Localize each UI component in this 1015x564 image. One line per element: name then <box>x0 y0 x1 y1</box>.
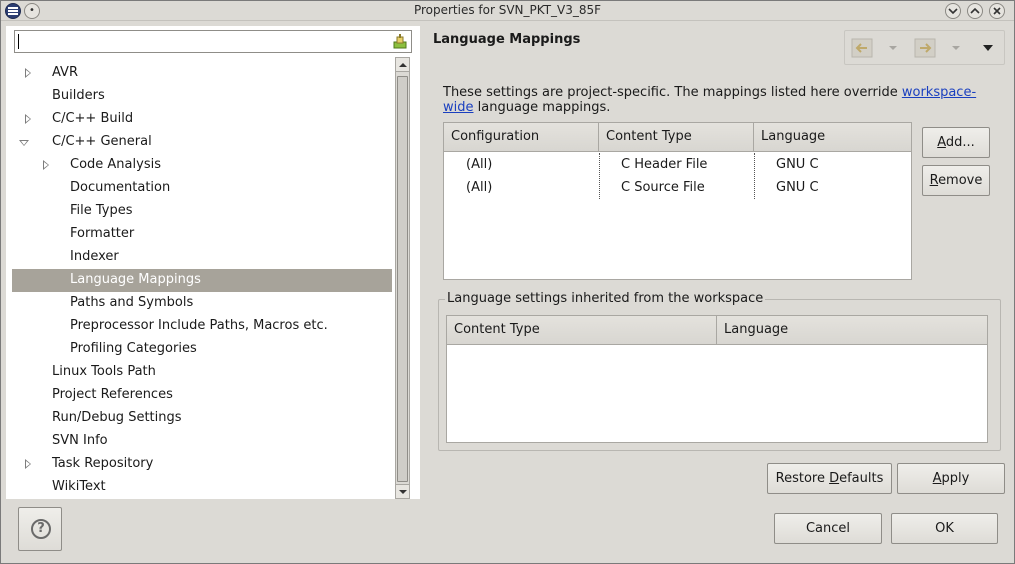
mapping-row-2-configuration[interactable]: (All) <box>466 180 492 195</box>
history-navigation <box>844 30 1005 65</box>
add-button[interactable]: Add... <box>922 127 990 158</box>
tree-item-formatter[interactable]: Formatter <box>12 223 392 246</box>
apply-button[interactable]: Apply <box>897 463 1005 494</box>
help-icon: ? <box>31 519 51 539</box>
workspace-link[interactable]: workspace- <box>902 85 976 100</box>
tree-scrollbar[interactable] <box>395 57 410 499</box>
mapping-row-1-configuration[interactable]: (All) <box>466 157 492 172</box>
tree-item-label: Builders <box>52 88 105 103</box>
scrollbar-thumb[interactable] <box>397 76 408 482</box>
tree-item-documentation[interactable]: Documentation <box>12 177 392 200</box>
tree-item-c-c-build[interactable]: C/C++ Build <box>12 108 392 131</box>
property-page-tree: AVR Builders C/C++ Build C/C++ General Code … <box>12 62 398 499</box>
description-suffix: language mappings. <box>473 100 611 115</box>
tree-item-label: C/C++ Build <box>52 111 134 126</box>
column-separator <box>599 153 600 199</box>
remove-button[interactable]: Remove <box>922 165 990 196</box>
properties-dialog: • Properties for SVN_PKT_V3_85F AVR Build… <box>0 0 1015 564</box>
inherited-mappings-table[interactable]: Content Type Language <box>446 315 988 443</box>
page-title: Language Mappings <box>433 32 581 47</box>
chevron-up-icon <box>970 7 980 14</box>
view-menu-icon[interactable] <box>983 45 993 51</box>
filter-input[interactable] <box>17 33 387 50</box>
expand-arrow-right-icon[interactable] <box>43 160 49 170</box>
tree-item-label: SVN Info <box>52 433 108 448</box>
tree-item-label: Linux Tools Path <box>52 364 156 379</box>
close-button[interactable] <box>989 3 1005 19</box>
tree-item-project-references[interactable]: Project References <box>12 384 392 407</box>
tree-item-label: Documentation <box>70 180 171 195</box>
page-description: These settings are project-specific. The… <box>443 85 983 115</box>
description-prefix: These settings are project-specific. The… <box>443 85 902 100</box>
column-header-configuration[interactable]: Configuration <box>444 123 599 152</box>
tree-item-linux-tools-path[interactable]: Linux Tools Path <box>12 361 392 384</box>
navigation-panel: AVR Builders C/C++ Build C/C++ General Code … <box>6 26 420 499</box>
tree-item-label: Paths and Symbols <box>70 295 194 310</box>
tree-item-label: Language Mappings <box>70 272 201 287</box>
clear-filter-icon[interactable] <box>393 34 407 49</box>
close-icon <box>993 7 1001 15</box>
help-button[interactable]: ? <box>18 507 62 551</box>
tree-item-language-mappings[interactable]: Language Mappings <box>12 269 392 292</box>
forward-history-dropdown-icon[interactable] <box>952 46 960 50</box>
scroll-up-arrow[interactable] <box>396 58 409 72</box>
column-header-content-type[interactable]: Content Type <box>599 123 754 152</box>
tree-item-wikitext[interactable]: WikiText <box>12 476 392 499</box>
window-title: Properties for SVN_PKT_V3_85F <box>413 3 602 17</box>
tree-item-label: Project References <box>52 387 173 402</box>
expand-arrow-right-icon[interactable] <box>25 68 31 78</box>
back-history-dropdown-icon[interactable] <box>889 46 897 50</box>
chevron-down-icon <box>948 8 958 15</box>
tree-item-indexer[interactable]: Indexer <box>12 246 392 269</box>
minimize-button[interactable] <box>945 3 961 19</box>
restore-defaults-button[interactable]: Restore Defaults <box>767 463 892 494</box>
tree-item-label: C/C++ General <box>52 134 152 149</box>
tree-item-label: WikiText <box>52 479 106 494</box>
tree-item-file-types[interactable]: File Types <box>12 200 392 223</box>
inherited-group-title: Language settings inherited from the wor… <box>445 291 766 306</box>
language-mappings-table[interactable]: Configuration Content Type Language (All… <box>443 122 912 280</box>
mapping-row-2-language[interactable]: GNU C <box>776 180 819 195</box>
tree-item-label: AVR <box>52 65 78 80</box>
expand-arrow-right-icon[interactable] <box>25 459 31 469</box>
tree-item-profiling-categories[interactable]: Profiling Categories <box>12 338 392 361</box>
column-header-content-type[interactable]: Content Type <box>447 316 717 345</box>
ok-button[interactable]: OK <box>891 513 998 544</box>
tree-item-avr[interactable]: AVR <box>12 62 392 85</box>
tree-item-code-analysis[interactable]: Code Analysis <box>12 154 392 177</box>
tree-item-run-debug-settings[interactable]: Run/Debug Settings <box>12 407 392 430</box>
tree-item-paths-and-symbols[interactable]: Paths and Symbols <box>12 292 392 315</box>
column-header-language[interactable]: Language <box>754 123 911 152</box>
column-separator <box>754 153 755 199</box>
tree-item-c-c-general[interactable]: C/C++ General <box>12 131 392 154</box>
column-header-language[interactable]: Language <box>717 316 987 345</box>
maximize-button[interactable] <box>967 3 983 19</box>
title-bar: • Properties for SVN_PKT_V3_85F <box>1 1 1014 21</box>
mapping-row-2-content-type[interactable]: C Source File <box>621 180 705 195</box>
tree-item-svn-info[interactable]: SVN Info <box>12 430 392 453</box>
tree-item-label: Preprocessor Include Paths, Macros etc. <box>70 318 328 333</box>
tree-item-label: Task Repository <box>52 456 154 471</box>
tree-item-label: Profiling Categories <box>70 341 197 356</box>
tree-item-builders[interactable]: Builders <box>12 85 392 108</box>
tree-item-task-repository[interactable]: Task Repository <box>12 453 392 476</box>
back-arrow-icon[interactable] <box>851 38 873 58</box>
tree-item-preprocessor-include-paths-macros-etc[interactable]: Preprocessor Include Paths, Macros etc. <box>12 315 392 338</box>
forward-arrow-icon[interactable] <box>914 38 936 58</box>
tree-item-label: Formatter <box>70 226 135 241</box>
cancel-button[interactable]: Cancel <box>774 513 882 544</box>
tree-item-label: Run/Debug Settings <box>52 410 182 425</box>
scroll-down-arrow[interactable] <box>396 484 409 498</box>
filter-box <box>14 30 412 53</box>
mapping-row-1-language[interactable]: GNU C <box>776 157 819 172</box>
workspace-link-continued[interactable]: wide <box>443 100 474 115</box>
tree-item-label: File Types <box>70 203 133 218</box>
expand-arrow-right-icon[interactable] <box>25 114 31 124</box>
tree-item-label: Indexer <box>70 249 119 264</box>
mapping-row-1-content-type[interactable]: C Header File <box>621 157 707 172</box>
tree-item-label: Code Analysis <box>70 157 161 172</box>
